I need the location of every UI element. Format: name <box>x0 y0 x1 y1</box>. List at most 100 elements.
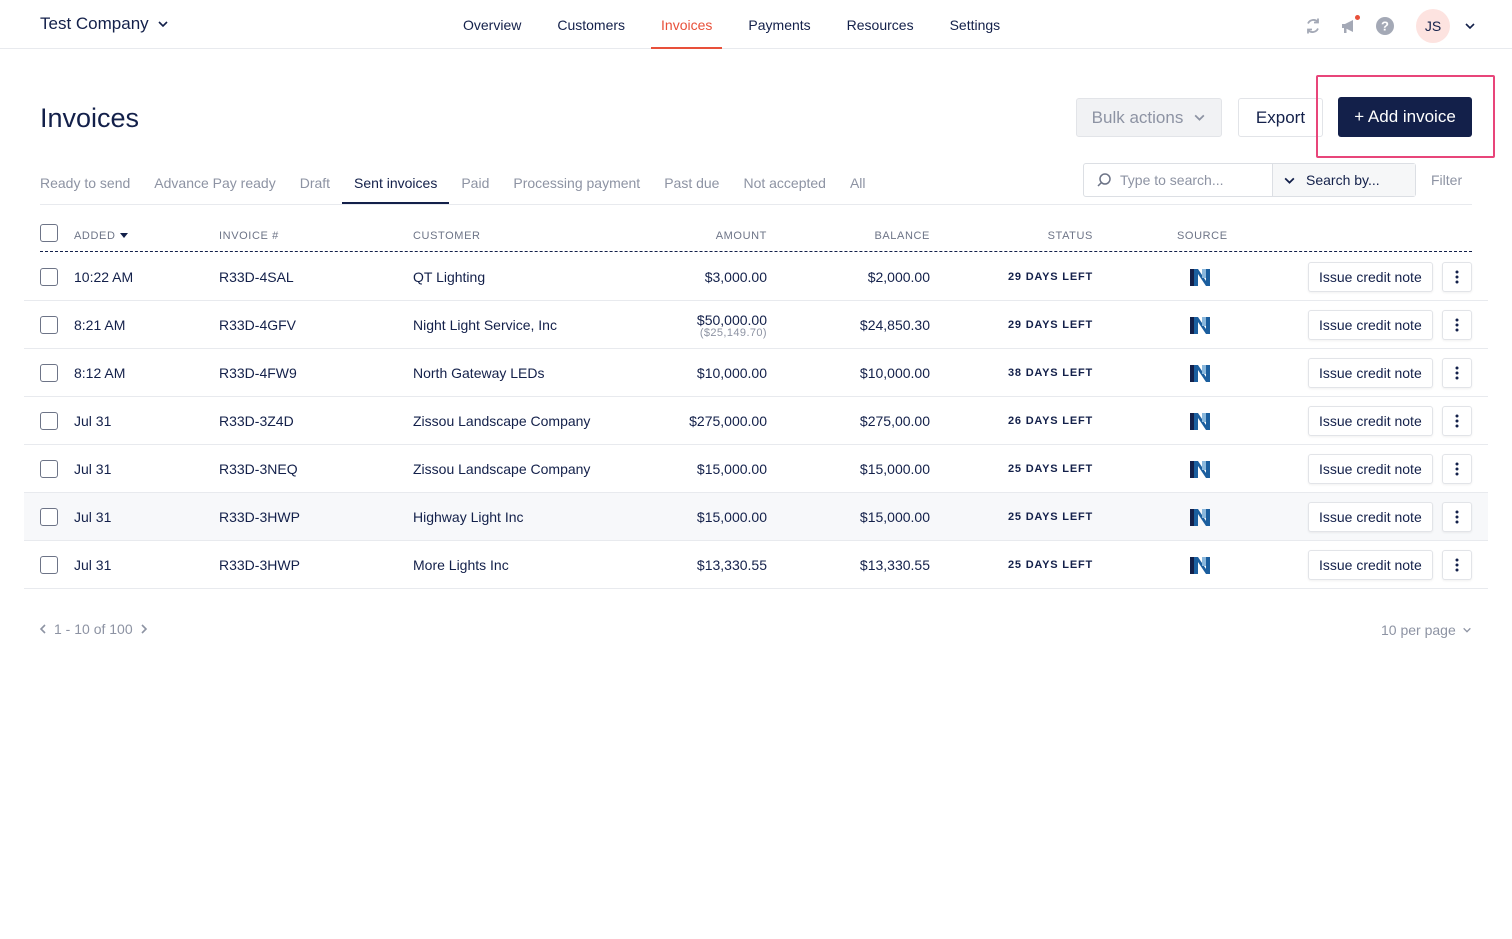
issue-credit-note-button[interactable]: Issue credit note <box>1308 454 1433 484</box>
svg-text:?: ? <box>1381 19 1389 34</box>
top-icons: ? JS <box>1302 9 1476 43</box>
nav-settings[interactable]: Settings <box>932 0 1019 48</box>
export-button[interactable]: Export <box>1238 98 1323 137</box>
sync-icon[interactable] <box>1302 15 1324 37</box>
invoice-number[interactable]: R33D-3HWP <box>219 493 300 541</box>
table-row[interactable]: Jul 31 R33D-3HWP Highway Light Inc $15,000.… <box>24 493 1488 541</box>
sort-desc-icon <box>119 233 128 238</box>
amount-cell: $10,000.00 <box>697 349 767 397</box>
chevron-down-icon[interactable] <box>1464 20 1476 32</box>
invoice-number[interactable]: R33D-4FW9 <box>219 349 297 397</box>
invoice-number[interactable]: R33D-4GFV <box>219 301 296 349</box>
column-added-header[interactable]: ADDED <box>74 230 128 242</box>
more-options-icon[interactable] <box>1442 454 1472 484</box>
issue-credit-note-button[interactable]: Issue credit note <box>1308 358 1433 388</box>
added-time: Jul 31 <box>74 509 112 525</box>
search-by-dropdown[interactable]: Search by... <box>1273 164 1415 196</box>
table-row[interactable]: 10:22 AM R33D-4SAL QT Lighting $3,000.00 $2,… <box>24 253 1488 301</box>
bulk-actions-button[interactable]: Bulk actions <box>1076 98 1222 137</box>
status-badge: 29 DAYS LEFT <box>1008 319 1093 331</box>
issue-credit-note-button[interactable]: Issue credit note <box>1308 550 1433 580</box>
announcement-icon[interactable] <box>1338 15 1360 37</box>
avatar[interactable]: JS <box>1416 9 1450 43</box>
table-row[interactable]: 8:21 AM R33D-4GFV Night Light Service, Inc… <box>24 301 1488 349</box>
column-amount-header: AMOUNT <box>715 230 767 242</box>
tab-draft[interactable]: Draft <box>288 174 342 204</box>
balance-value: $10,000.00 <box>859 365 930 381</box>
customer-name: QT Lighting <box>413 269 486 285</box>
customer-name: Highway Light Inc <box>413 509 524 525</box>
amount-value: $275,000.00 <box>689 413 767 429</box>
invoice-status-tabs: Ready to send Advance Pay ready Draft Se… <box>40 174 878 204</box>
prev-page-icon[interactable] <box>38 623 48 635</box>
status-badge: 25 DAYS LEFT <box>1008 511 1093 523</box>
table-header: ADDED INVOICE # CUSTOMER AMOUNT BALANCE … <box>40 224 1472 252</box>
more-options-icon[interactable] <box>1442 358 1472 388</box>
tab-past-due[interactable]: Past due <box>652 174 731 204</box>
top-navigation-bar: Test Company Overview Customers Invoices… <box>0 0 1512 49</box>
add-invoice-button[interactable]: + Add invoice <box>1338 97 1472 137</box>
nav-payments[interactable]: Payments <box>730 0 828 48</box>
table-row[interactable]: Jul 31 R33D-3NEQ Zissou Landscape Company $… <box>24 445 1488 493</box>
tab-not-accepted[interactable]: Not accepted <box>731 174 838 204</box>
row-checkbox[interactable] <box>40 412 58 430</box>
balance-value: $15,000.00 <box>859 509 930 525</box>
nav-resources[interactable]: Resources <box>829 0 932 48</box>
tab-processing-payment[interactable]: Processing payment <box>501 174 652 204</box>
company-name: Test Company <box>40 14 149 33</box>
tabs-divider <box>40 204 1472 205</box>
added-time: 8:21 AM <box>74 317 126 333</box>
table-row[interactable]: 8:12 AM R33D-4FW9 North Gateway LEDs $10,00… <box>24 349 1488 397</box>
filter-button[interactable]: Filter <box>1431 172 1462 188</box>
issue-credit-note-button[interactable]: Issue credit note <box>1308 262 1433 292</box>
nav-invoices[interactable]: Invoices <box>643 0 730 49</box>
tab-ready-to-send[interactable]: Ready to send <box>40 174 142 204</box>
more-options-icon[interactable] <box>1442 262 1472 292</box>
status-badge: 29 DAYS LEFT <box>1008 271 1093 283</box>
invoice-number[interactable]: R33D-4SAL <box>219 253 294 301</box>
row-checkbox[interactable] <box>40 460 58 478</box>
more-options-icon[interactable] <box>1442 406 1472 436</box>
search-icon <box>1097 173 1111 187</box>
tab-paid[interactable]: Paid <box>449 174 501 204</box>
amount-value: $13,330.55 <box>696 557 767 573</box>
row-checkbox[interactable] <box>40 316 58 334</box>
table-row[interactable]: Jul 31 R33D-3Z4D Zissou Landscape Company $… <box>24 397 1488 445</box>
help-icon[interactable]: ? <box>1374 15 1396 37</box>
column-status-header: STATUS <box>1047 230 1093 242</box>
issue-credit-note-button[interactable]: Issue credit note <box>1308 406 1433 436</box>
more-options-icon[interactable] <box>1442 310 1472 340</box>
nav-customers[interactable]: Customers <box>539 0 643 48</box>
invoice-number[interactable]: R33D-3Z4D <box>219 397 294 445</box>
issue-credit-note-button[interactable]: Issue credit note <box>1308 502 1433 532</box>
row-checkbox[interactable] <box>40 364 58 382</box>
per-page-select[interactable]: 10 per page <box>1381 622 1472 638</box>
amount-value: $15,000.00 <box>696 509 767 525</box>
select-all-checkbox[interactable] <box>40 224 58 242</box>
invoice-number[interactable]: R33D-3NEQ <box>219 445 298 493</box>
more-options-icon[interactable] <box>1442 502 1472 532</box>
table-row[interactable]: Jul 31 R33D-3HWP More Lights Inc $13,330.55… <box>24 541 1488 589</box>
notification-dot <box>1355 15 1360 20</box>
chevron-down-icon <box>1462 627 1471 633</box>
tab-sent-invoices[interactable]: Sent invoices <box>342 174 450 204</box>
added-time: Jul 31 <box>74 557 112 573</box>
customer-name: North Gateway LEDs <box>413 365 545 381</box>
more-options-icon[interactable] <box>1442 550 1472 580</box>
next-page-icon[interactable] <box>139 623 149 635</box>
tab-advance-pay-ready[interactable]: Advance Pay ready <box>142 174 287 204</box>
invoice-number[interactable]: R33D-3HWP <box>219 541 300 589</box>
search-input[interactable] <box>1120 172 1270 188</box>
status-badge: 25 DAYS LEFT <box>1008 463 1093 475</box>
source-logo-icon <box>1189 541 1211 589</box>
tab-all[interactable]: All <box>838 174 878 204</box>
balance-value: $15,000.00 <box>859 461 930 477</box>
row-checkbox[interactable] <box>40 556 58 574</box>
issue-credit-note-button[interactable]: Issue credit note <box>1308 310 1433 340</box>
amount-cell: $13,330.55 <box>697 541 767 589</box>
company-switcher[interactable]: Test Company <box>40 14 169 34</box>
row-checkbox[interactable] <box>40 508 58 526</box>
nav-overview[interactable]: Overview <box>445 0 539 48</box>
page-title: Invoices <box>40 103 140 133</box>
row-checkbox[interactable] <box>40 268 58 286</box>
